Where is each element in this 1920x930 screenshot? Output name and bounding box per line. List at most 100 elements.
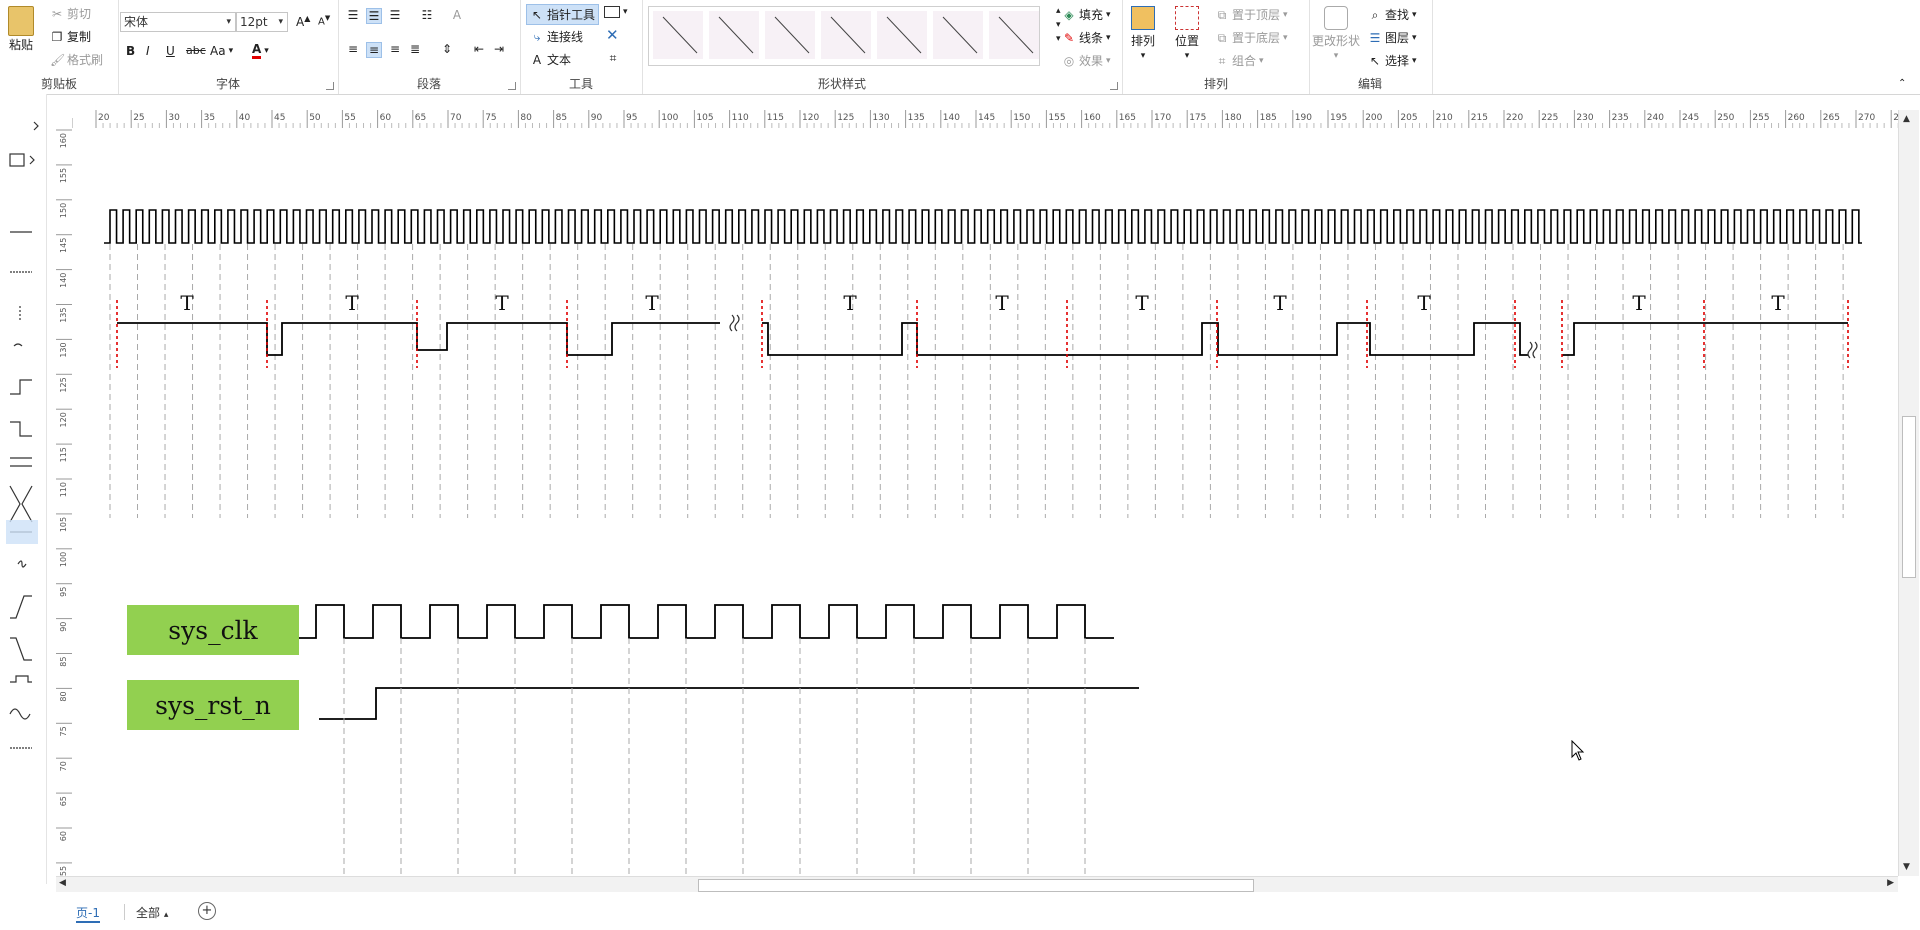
shrink-font-button[interactable]: A▼ <box>318 14 330 27</box>
add-page-button[interactable]: + <box>198 902 216 920</box>
find-button[interactable]: ⌕ 查找 ▾ <box>1368 6 1417 23</box>
ruler-tick-label: 70 <box>59 761 68 771</box>
scroll-right-icon[interactable]: ▶ <box>1887 878 1894 888</box>
crop-tool-button[interactable]: ⌗ <box>606 51 620 65</box>
scissors-icon: ✂ <box>51 6 63 21</box>
underline-button[interactable]: U <box>166 44 175 58</box>
ruler-tick-label: 110 <box>732 113 749 123</box>
decrease-indent-button[interactable]: ⇤ <box>472 42 486 56</box>
sys-rst-n-label[interactable]: sys_rst_n <box>127 680 299 730</box>
ruler-tick-label: 145 <box>59 238 68 253</box>
ruler-tick-label: 60 <box>380 113 392 123</box>
group-button[interactable]: ⌗ 组合 ▾ <box>1215 52 1264 69</box>
ribbon: 粘贴 ✂ 剪切 ❐ 复制 🖌 格式刷 剪贴板 宋体 ▾ 12pt ▾ A▲ A▼ B I … <box>0 0 1920 95</box>
rise-icon <box>10 379 32 395</box>
drawing-page[interactable]: T T T T T T T T T T T sys_clk sys_rst_n <box>72 128 1898 876</box>
increase-indent-button[interactable]: ⇥ <box>492 42 506 56</box>
editing-group: 更改形状 ▾ ⌕ 查找 ▾ ☰ 图层 ▾ ↖ 选择 ▾ 编辑 <box>1308 0 1433 94</box>
ruler-tick-label: 190 <box>1295 113 1312 123</box>
rectangle-tool-button[interactable]: ▾ <box>604 6 628 18</box>
shape-styles-dialog-launcher-icon[interactable] <box>1110 82 1118 90</box>
tab-all-pages[interactable]: 全部 ▴ <box>136 904 168 921</box>
horizontal-scroll-thumb[interactable] <box>698 879 1254 892</box>
gallery-scroll[interactable]: ▴ ▾ ▾ <box>1056 6 1061 44</box>
period-label: T <box>1771 291 1785 315</box>
align-top-button[interactable]: ☰ <box>346 8 360 22</box>
position-button[interactable]: 位置 ▾ <box>1175 6 1199 61</box>
justify-button[interactable]: ≣ <box>408 42 422 56</box>
chevron-down-icon: ▾ <box>1106 32 1111 43</box>
sys-clk-label[interactable]: sys_clk <box>127 605 299 655</box>
ruler-tick-label: 250 <box>1717 113 1734 123</box>
change-case-button[interactable]: Aa ▾ <box>210 44 233 58</box>
collapse-ribbon-button[interactable]: ⌃ <box>1898 78 1906 89</box>
align-right-button[interactable]: ≡ <box>388 42 402 56</box>
italic-button[interactable]: I <box>146 44 150 58</box>
bullets-button[interactable]: ☷ <box>420 8 434 22</box>
effect-icon: ◎ <box>1063 53 1075 68</box>
tab-page-1[interactable]: 页-1 <box>76 904 100 923</box>
send-to-back-button[interactable]: ⧉ 置于底层 ▾ <box>1215 29 1288 46</box>
mouse-cursor-icon <box>1571 740 1585 761</box>
select-button[interactable]: ↖ 选择 ▾ <box>1368 52 1417 69</box>
arrange-button[interactable]: 排列 ▾ <box>1131 6 1155 61</box>
align-bottom-button[interactable]: ☰ <box>388 8 402 22</box>
horizontal-ruler: 20 25 30 35 40 45 50 55 60 65 70 75 80 85 90 95 100 105 11… <box>72 110 1920 129</box>
text-direction-button[interactable]: A <box>450 8 464 22</box>
close-tool-button[interactable]: ✕ <box>606 26 619 44</box>
stencil-break-icon <box>13 343 23 347</box>
period-label: T <box>345 291 359 315</box>
layers-button[interactable]: ☰ 图层 ▾ <box>1368 29 1417 46</box>
vertical-scroll-thumb[interactable] <box>1902 416 1916 578</box>
copy-button[interactable]: ❐ 复制 <box>50 28 91 45</box>
ruler-tick-label: 160 <box>59 133 68 148</box>
ruler-tick-label: 110 <box>59 482 68 497</box>
ruler-tick-label: 240 <box>1647 113 1664 123</box>
font-color-button[interactable]: A ▾ <box>252 42 269 59</box>
shape-style-gallery[interactable] <box>648 6 1040 66</box>
bold-button[interactable]: B <box>126 44 135 58</box>
text-icon: A <box>532 52 542 67</box>
ruler-tick-label: 125 <box>837 113 854 123</box>
ruler-tick-label: 75 <box>59 726 68 736</box>
font-dialog-launcher-icon[interactable] <box>326 82 334 90</box>
period-label: T <box>180 291 194 315</box>
paragraph-dialog-launcher-icon[interactable] <box>508 82 516 90</box>
ruler-tick-label: 55 <box>59 866 68 876</box>
pulse-icon <box>10 675 32 683</box>
decrease-indent-icon: ⇤ <box>473 42 485 56</box>
change-shape-button[interactable]: 更改形状 ▾ <box>1312 6 1360 61</box>
effect-button[interactable]: ◎ 效果 ▾ <box>1062 52 1111 69</box>
cut-button[interactable]: ✂ 剪切 <box>50 5 91 22</box>
spacing-button[interactable]: ⇕ <box>440 42 454 56</box>
connector-tool-button[interactable]: ⤷ 连接线 <box>530 28 583 45</box>
scroll-up-icon[interactable]: ▲ <box>1903 114 1910 124</box>
scroll-down-icon[interactable]: ▼ <box>1903 862 1910 872</box>
period-label: T <box>1135 291 1149 315</box>
paste-icon <box>8 6 34 36</box>
strikethrough-button[interactable]: abc <box>186 44 206 57</box>
text-tool-button[interactable]: A 文本 <box>530 51 571 68</box>
bring-to-front-button[interactable]: ⧉ 置于顶层 ▾ <box>1215 6 1288 23</box>
timing-diagram[interactable]: TTTTTTTTTTT <box>72 128 1898 876</box>
grow-font-button[interactable]: A▲ <box>296 14 310 29</box>
font-size-select[interactable]: 12pt ▾ <box>236 12 288 32</box>
fill-button[interactable]: ◈ 填充 ▾ <box>1062 6 1110 23</box>
align-center-button[interactable]: ≡ <box>366 42 382 58</box>
vertical-scrollbar[interactable]: ▲ ▼ <box>1898 110 1919 876</box>
horizontal-scrollbar[interactable]: ◀ ▶ <box>56 876 1898 893</box>
align-middle-icon: ☰ <box>368 9 380 23</box>
format-painter-button[interactable]: 🖌 格式刷 <box>50 51 103 68</box>
line-button[interactable]: ✎ 线条 ▾ <box>1062 29 1111 46</box>
ruler-tick-label: 195 <box>1330 113 1347 123</box>
paste-button[interactable]: 粘贴 <box>8 6 34 53</box>
scroll-left-icon[interactable]: ◀ <box>59 878 66 888</box>
pointer-tool-button[interactable]: ↖ 指针工具 <box>526 4 600 25</box>
font-name-select[interactable]: 宋体 ▾ <box>120 12 236 32</box>
align-left-button[interactable]: ≡ <box>346 42 360 56</box>
ruler-tick-label: 85 <box>59 657 68 667</box>
align-middle-button[interactable]: ☰ <box>366 8 382 24</box>
align-center-icon: ≡ <box>368 43 380 57</box>
ruler-tick-label: 45 <box>274 113 285 123</box>
chevron-down-icon: ▾ <box>1412 32 1417 43</box>
